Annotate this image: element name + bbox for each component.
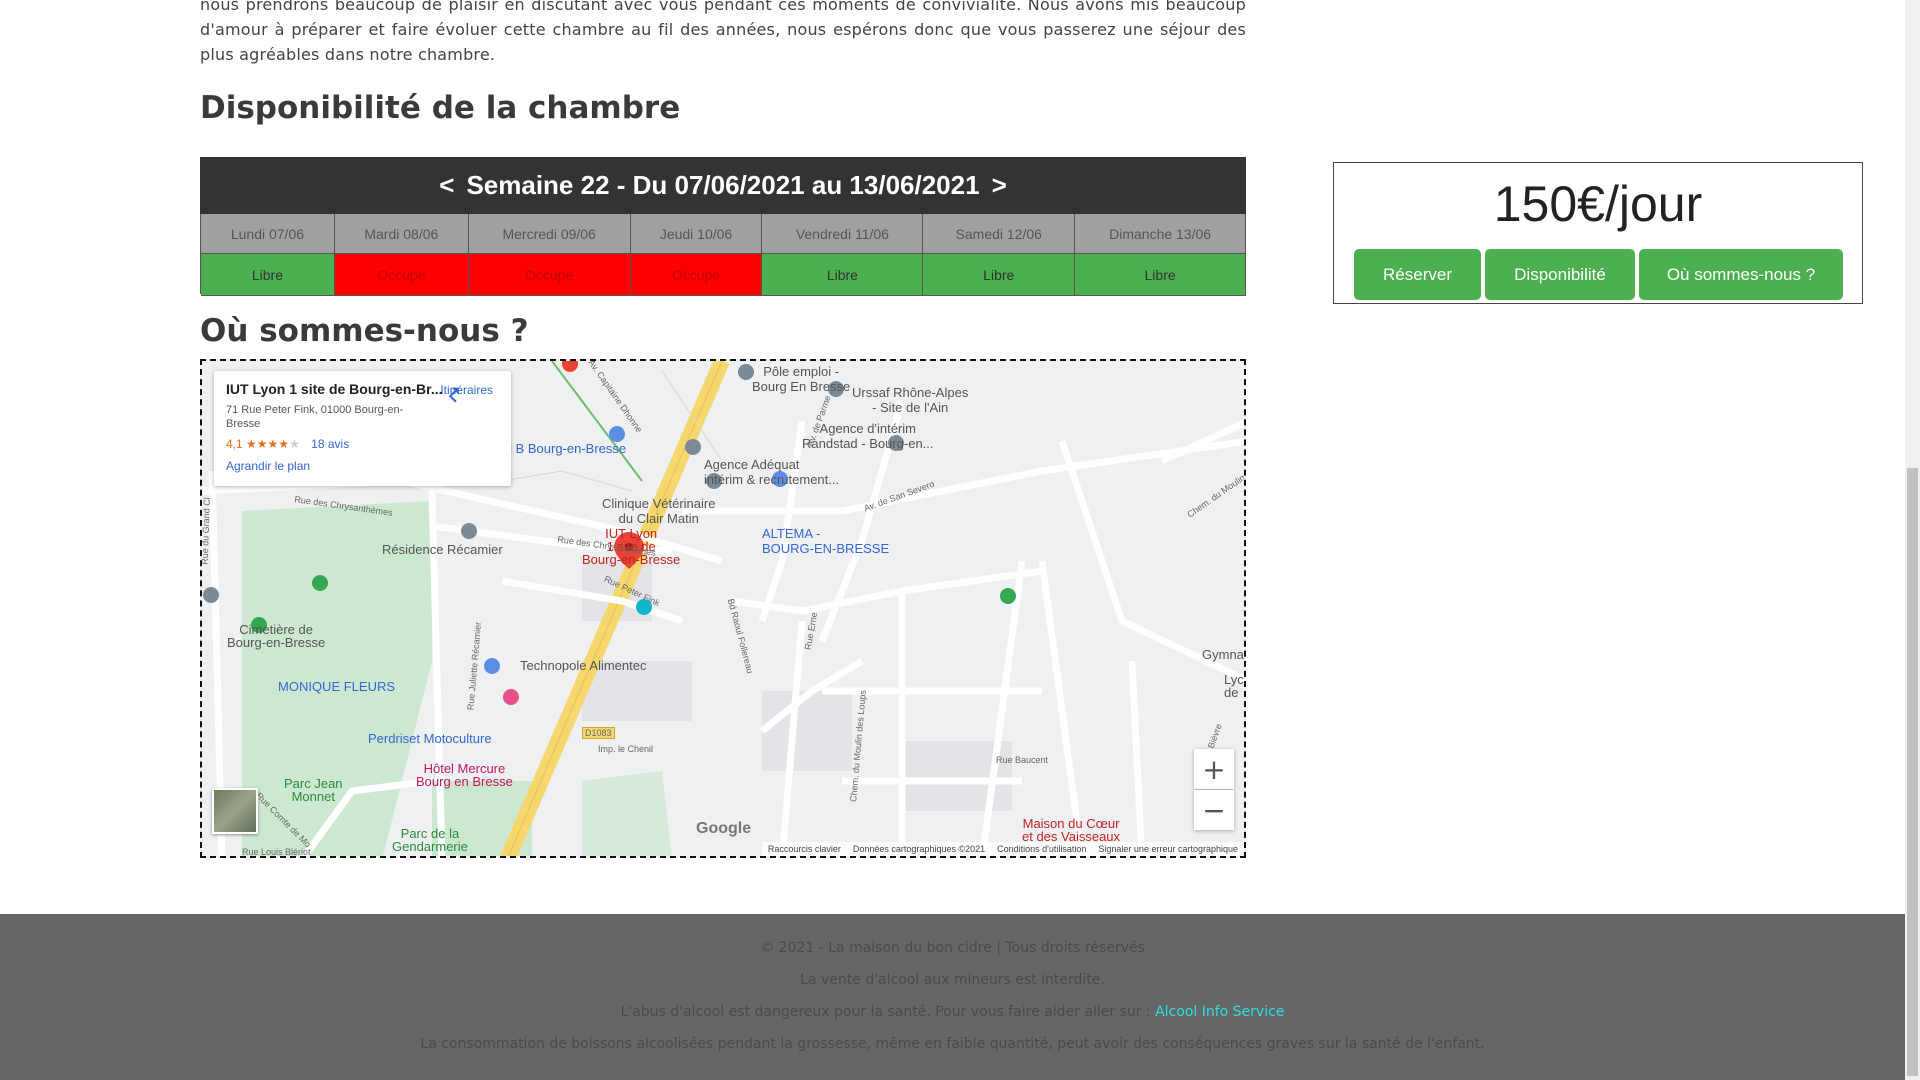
price-box: 150€/jour Réserver Disponibilité Où somm… bbox=[1333, 162, 1863, 304]
map-place-altema: ALTEMA - BOURG-EN-BRESSE bbox=[762, 526, 890, 556]
map-place-recamier: Résidence Récamier bbox=[382, 542, 503, 557]
google-logo: Google bbox=[696, 820, 752, 837]
map-place-gymnase: Gymna bbox=[1202, 647, 1244, 662]
map-place-parc-monnet: Parc Jean Monnet bbox=[284, 776, 343, 804]
intro-paragraph: nous prendrons beaucoup de plaisir en di… bbox=[200, 0, 1246, 64]
scrollbar-thumb[interactable] bbox=[1907, 468, 1918, 1076]
place-rating: 4,1 ★★★★★ 18 avis bbox=[226, 437, 499, 451]
map-place-maison-coeur: Maison du Cœur et des Vaisseaux bbox=[1022, 816, 1121, 844]
directions-button[interactable]: Itinéraires bbox=[440, 383, 493, 403]
day-header: Jeudi 10/06 bbox=[630, 214, 763, 254]
google-map[interactable]: Pôle emploi - Bourg En Bresse Urssaf Rhô… bbox=[200, 359, 1246, 858]
map-place-urssaf: Urssaf Rhône-Alpes - Site de l'Ain bbox=[852, 385, 969, 415]
rating-star-empty-icon: ★ bbox=[289, 437, 300, 451]
status-cell: Occupé bbox=[630, 254, 763, 296]
map-place-cimetiere: Cimetière de Bourg-en-Bresse bbox=[227, 622, 326, 650]
map-place-clinique: Clinique Vétérinaire du Clair Matin bbox=[602, 496, 716, 526]
road-number: D1083 bbox=[582, 727, 615, 739]
footer-minors-warning: La vente d'alcool aux mineurs est interd… bbox=[800, 972, 1105, 988]
status-cell: Libre bbox=[923, 254, 1076, 296]
reviews-link[interactable]: 18 avis bbox=[311, 437, 349, 451]
price-actions: Réserver Disponibilité Où sommes-nous ? bbox=[1354, 249, 1843, 300]
day-header: Mercredi 09/06 bbox=[468, 214, 631, 254]
place-info-card: IUT Lyon 1 site de Bourg-en-Br... 71 Rue… bbox=[214, 371, 511, 486]
location-title: Où sommes-nous ? bbox=[200, 313, 529, 349]
zoom-in-button[interactable]: + bbox=[1194, 749, 1234, 789]
map-place-adequat: Agence Adéquat intérim & recrutement... bbox=[704, 457, 840, 487]
footer-alcohol-warning: L'abus d'alcool est dangereux pour la sa… bbox=[0, 1004, 1905, 1020]
place-address: 71 Rue Peter Fink, 01000 Bourg-en-Bresse bbox=[226, 404, 404, 430]
rating-stars-icon: ★★★★ bbox=[246, 437, 290, 451]
street-label: Imp. le Chenil bbox=[598, 744, 654, 754]
zoom-out-button[interactable]: − bbox=[1194, 790, 1234, 830]
map-data-label: Données cartographiques ©2021 bbox=[852, 844, 986, 854]
availability-calendar: < Semaine 22 - Du 07/06/2021 au 13/06/20… bbox=[200, 157, 1247, 296]
prev-week-button[interactable]: < bbox=[439, 170, 454, 201]
map-place-mercure: Hôtel Mercure Bourg en Bresse bbox=[416, 761, 513, 789]
satellite-toggle-button[interactable] bbox=[212, 788, 258, 834]
status-cell: Occupé bbox=[468, 254, 631, 296]
map-attribution: Raccourcis clavier Données cartographiqu… bbox=[761, 842, 1244, 856]
report-error-link[interactable]: Signaler une erreur cartographique bbox=[1098, 844, 1238, 854]
availability-title: Disponibilité de la chambre bbox=[200, 90, 681, 126]
day-header: Lundi 07/06 bbox=[201, 214, 335, 254]
week-header: < Semaine 22 - Du 07/06/2021 au 13/06/20… bbox=[200, 157, 1246, 214]
day-header: Dimanche 13/06 bbox=[1075, 214, 1247, 254]
day-header: Mardi 08/06 bbox=[334, 214, 469, 254]
next-week-button[interactable]: > bbox=[992, 170, 1007, 201]
rating-value: 4,1 bbox=[226, 437, 243, 451]
days-row: Lundi 07/06 Mardi 08/06 Mercredi 09/06 J… bbox=[200, 214, 1247, 254]
alcool-info-service-link[interactable]: Alcool Info Service bbox=[1155, 1004, 1284, 1020]
status-cell: Libre bbox=[1075, 254, 1247, 296]
status-cell: Occupé bbox=[334, 254, 469, 296]
enlarge-map-link[interactable]: Agrandir le plan bbox=[226, 459, 499, 473]
directions-icon bbox=[449, 387, 460, 403]
map-place-pole-emploi: Pôle emploi - Bourg En Bresse bbox=[752, 364, 851, 394]
map-place-perdriset: Perdriset Motoculture bbox=[368, 731, 492, 746]
footer: © 2021 - La maison du bon cidre | Tous d… bbox=[0, 914, 1905, 1080]
footer-copyright: © 2021 - La maison du bon cidre | Tous d… bbox=[760, 940, 1145, 956]
status-row: Libre Occupé Occupé Occupé Libre Libre L… bbox=[200, 254, 1247, 296]
map-place-parc-gendarmerie: Parc de la Gendarmerie bbox=[392, 826, 468, 854]
status-cell: Libre bbox=[201, 254, 335, 296]
map-place-monique-fleurs: MONIQUE FLEURS bbox=[278, 679, 396, 694]
reserve-button[interactable]: Réserver bbox=[1354, 249, 1481, 300]
price-label: 150€/jour bbox=[1493, 176, 1703, 232]
footer-pregnancy-warning: La consommation de boissons alcoolisées … bbox=[420, 1036, 1485, 1052]
terms-link[interactable]: Conditions d'utilisation bbox=[997, 844, 1086, 854]
location-button[interactable]: Où sommes-nous ? bbox=[1639, 249, 1843, 300]
street-label: Rue Baucent bbox=[996, 755, 1049, 765]
map-place-technopole: Technopole Alimentec bbox=[520, 658, 647, 673]
street-label: Rue Louis Blériot bbox=[242, 847, 311, 857]
day-header: Vendredi 11/06 bbox=[762, 214, 924, 254]
week-label: Semaine 22 - Du 07/06/2021 au 13/06/2021 bbox=[466, 170, 980, 200]
map-place-lycee: Lyc de bbox=[1224, 672, 1244, 700]
day-header: Samedi 12/06 bbox=[923, 214, 1076, 254]
page-scrollbar[interactable] bbox=[1905, 0, 1920, 1080]
status-cell: Libre bbox=[762, 254, 924, 296]
footer-alcohol-text: L'abus d'alcool est dangereux pour la sa… bbox=[620, 1004, 1151, 1020]
availability-button[interactable]: Disponibilité bbox=[1485, 249, 1635, 300]
keyboard-shortcuts-link[interactable]: Raccourcis clavier bbox=[768, 844, 841, 854]
